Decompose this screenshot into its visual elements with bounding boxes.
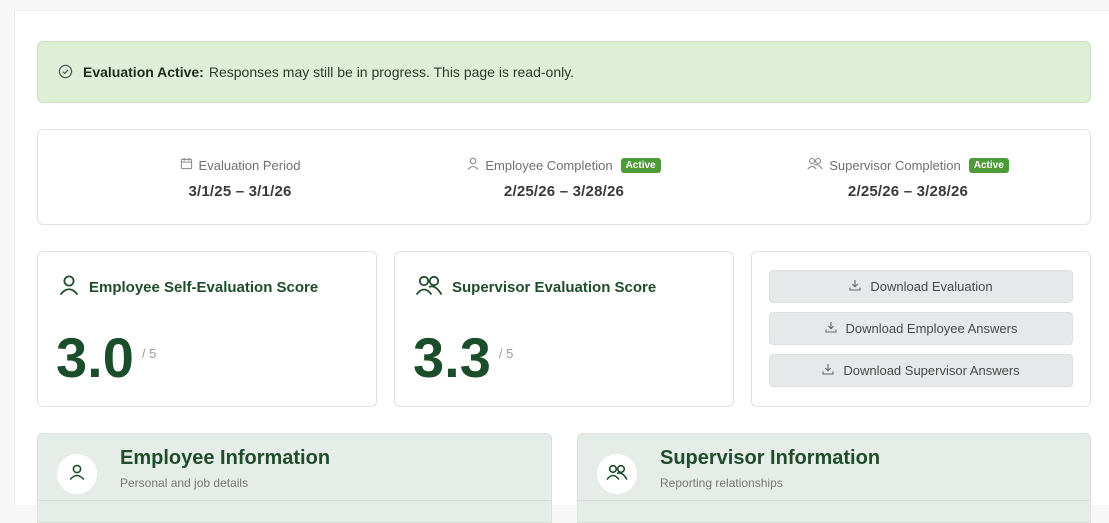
download-icon (824, 321, 837, 336)
score-title: Supervisor Evaluation Score (452, 278, 657, 296)
users-icon (807, 157, 823, 173)
download-supervisor-answers-button[interactable]: Download Supervisor Answers (769, 354, 1073, 387)
status-badge: Active (968, 157, 1009, 173)
score-max: / 5 (498, 346, 514, 361)
banner-message: Responses may still be in progress. This… (208, 64, 575, 80)
score-value: 3.3 (413, 326, 491, 389)
section-title: Supervisor Information (660, 447, 881, 469)
user-icon (68, 463, 86, 486)
supervisor-completion: Supervisor Completion Active 2/25/26 – 3… (758, 130, 1058, 226)
status-badge: Active (620, 157, 661, 173)
check-circle-icon (58, 64, 74, 80)
download-label: Download Evaluation (870, 279, 993, 294)
downloads-card: Download Evaluation Download Employee An… (751, 251, 1091, 407)
period-label: Supervisor Completion (829, 157, 961, 173)
evaluation-period: Evaluation Period 3/1/25 – 3/1/26 (90, 130, 390, 226)
period-value: 3/1/25 – 3/1/26 (188, 183, 292, 200)
period-card: Evaluation Period 3/1/25 – 3/1/26 Employ… (37, 129, 1091, 225)
section-subtitle: Personal and job details (120, 476, 249, 490)
period-value: 2/25/26 – 3/28/26 (847, 183, 969, 200)
status-banner: Evaluation Active: Responses may still b… (37, 41, 1091, 103)
download-evaluation-button[interactable]: Download Evaluation (769, 270, 1073, 303)
banner-title: Evaluation Active: (83, 64, 204, 80)
users-icon (415, 274, 443, 300)
employee-score-card: Employee Self-Evaluation Score 3.0 / 5 (37, 251, 377, 407)
calendar-icon (180, 157, 193, 173)
avatar (597, 454, 637, 494)
score-title: Employee Self-Evaluation Score (89, 278, 319, 296)
user-icon (467, 157, 479, 173)
supervisor-score-card: Supervisor Evaluation Score 3.3 / 5 (394, 251, 734, 407)
score-max: / 5 (141, 346, 157, 361)
employee-info-card: Employee Information Personal and job de… (37, 433, 552, 523)
download-icon (822, 363, 834, 378)
divider (578, 500, 1090, 501)
supervisor-info-card: Supervisor Information Reporting relatio… (577, 433, 1091, 523)
score-value: 3.0 (56, 326, 134, 389)
section-subtitle: Reporting relationships (660, 476, 783, 490)
download-label: Download Employee Answers (845, 321, 1018, 336)
period-label: Employee Completion (485, 157, 613, 173)
employee-completion: Employee Completion Active 2/25/26 – 3/2… (414, 130, 714, 226)
period-label: Evaluation Period (198, 157, 301, 173)
avatar (57, 454, 97, 494)
download-label: Download Supervisor Answers (843, 363, 1020, 378)
user-icon (58, 274, 80, 300)
divider (38, 500, 551, 501)
period-value: 2/25/26 – 3/28/26 (503, 183, 625, 200)
users-icon (606, 463, 628, 486)
evaluation-page: Evaluation Active: Responses may still b… (14, 10, 1109, 523)
section-title: Employee Information (120, 447, 331, 469)
download-employee-answers-button[interactable]: Download Employee Answers (769, 312, 1073, 345)
download-icon (849, 279, 861, 294)
